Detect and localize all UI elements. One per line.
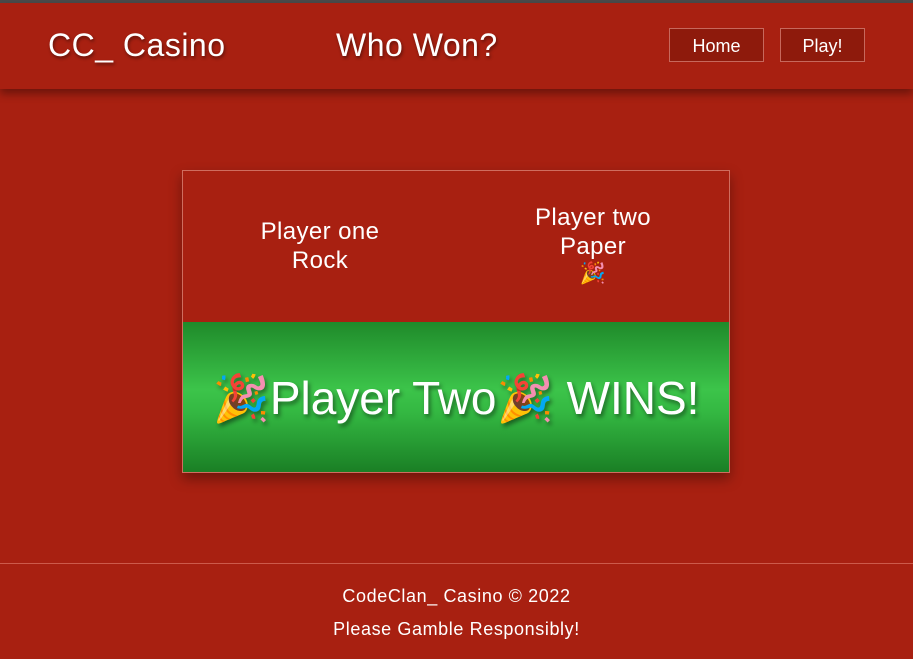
copyright-text: CodeClan_ Casino © 2022: [342, 586, 571, 606]
player-two-name: Player two: [534, 204, 652, 231]
player-two-result: Player two Paper 🎉: [473, 203, 713, 287]
player-one-result: Player one Rock: [200, 217, 440, 275]
brand-logo-text[interactable]: CC_ Casino: [48, 27, 226, 64]
winner-announcement: 🎉Player Two🎉 WINS!: [183, 372, 729, 424]
gamble-responsibly-text: Please Gamble Responsibly!: [333, 619, 580, 639]
home-button[interactable]: Home: [669, 28, 764, 62]
page-title: Who Won?: [336, 27, 498, 63]
player-one-choice: Rock: [291, 247, 349, 274]
player-one-name: Player one: [260, 218, 380, 245]
result-card: Player one Rock Player two Paper 🎉 🎉Play…: [182, 170, 730, 473]
winner-suffix: WINS!: [553, 372, 700, 424]
site-footer: CodeClan_ Casino © 2022 Please Gamble Re…: [0, 563, 913, 659]
party-popper-icon: 🎉: [579, 262, 607, 285]
party-popper-icon: 🎉: [212, 372, 270, 424]
play-button[interactable]: Play!: [780, 28, 865, 62]
winner-name: Player Two: [269, 372, 497, 424]
players-row: Player one Rock Player two Paper 🎉: [183, 171, 729, 322]
player-two-choice: Paper: [559, 233, 627, 260]
winner-banner: 🎉Player Two🎉 WINS!: [183, 322, 729, 472]
party-popper-icon: 🎉: [496, 372, 554, 424]
site-header: CC_ Casino Who Won? Home Play!: [0, 3, 913, 89]
